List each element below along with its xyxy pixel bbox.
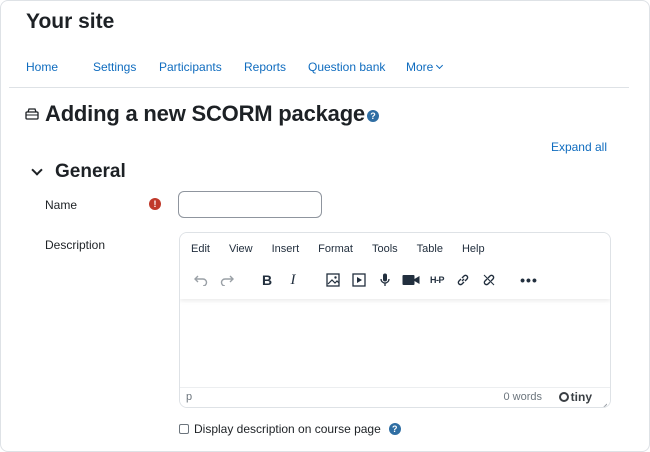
record-audio-icon[interactable] [374,269,396,291]
nav-settings[interactable]: Settings [93,58,159,76]
undo-icon[interactable] [190,269,212,291]
display-description-checkbox[interactable] [179,424,189,434]
tiny-logo-icon [558,392,569,402]
help-icon[interactable]: ? [388,423,401,435]
menu-view[interactable]: View [226,243,256,255]
menu-format[interactable]: Format [315,243,356,255]
nav-more[interactable]: More [406,58,444,76]
required-icon: ! [149,198,161,210]
bold-icon[interactable]: B [256,269,278,291]
page-heading: Adding a new SCORM package ? [25,101,379,127]
editor-toolbar: B I H-P ••• [190,269,544,291]
chevron-down-icon [436,61,444,70]
menu-tools[interactable]: Tools [369,243,401,255]
element-path[interactable]: p [186,391,192,403]
nav-divider [9,87,629,88]
name-input[interactable] [178,191,322,218]
menu-edit[interactable]: Edit [188,243,213,255]
tiny-logo[interactable]: tiny [558,390,592,404]
chevron-down-icon [31,163,43,176]
editor-menubar: Edit View Insert Format Tools Table Help [188,243,501,255]
italic-icon[interactable]: I [282,269,304,291]
description-editor: Edit View Insert Format Tools Table Help… [179,232,611,408]
expand-all-link[interactable]: Expand all [551,140,607,154]
help-icon[interactable]: ? [366,110,379,122]
editor-header: Edit View Insert Format Tools Table Help… [180,233,610,299]
section-general-toggle[interactable]: General [31,161,126,183]
page-frame: Your site Home Settings Participants Rep… [0,0,650,452]
site-title[interactable]: Your site [26,10,114,34]
nav-reports[interactable]: Reports [244,58,308,76]
section-title: General [55,161,126,182]
unlink-icon[interactable] [478,269,500,291]
image-icon[interactable] [322,269,344,291]
resize-handle-icon[interactable] [600,397,608,407]
h5p-icon[interactable]: H-P [426,269,448,291]
display-description-row: Display description on course page ? [179,422,401,436]
nav-question-bank[interactable]: Question bank [308,58,406,76]
redo-icon[interactable] [216,269,238,291]
secondary-navigation: Home Settings Participants Reports Quest… [26,58,444,76]
word-count[interactable]: 0 words [503,391,542,403]
nav-home[interactable]: Home [26,58,93,76]
link-icon[interactable] [452,269,474,291]
page-title: Adding a new SCORM package [45,101,365,126]
nav-participants[interactable]: Participants [159,58,244,76]
media-icon[interactable] [348,269,370,291]
scorm-package-icon [25,108,39,120]
menu-help[interactable]: Help [459,243,488,255]
record-video-icon[interactable] [400,269,422,291]
description-label: Description [45,238,106,252]
name-label: Name [45,198,78,212]
tiny-logo-text: tiny [570,390,592,404]
menu-table[interactable]: Table [414,243,446,255]
display-description-label[interactable]: Display description on course page [194,422,381,436]
editor-statusbar: p 0 words tiny [180,387,610,407]
more-icon[interactable]: ••• [518,269,540,291]
nav-more-label: More [406,60,434,74]
menu-insert[interactable]: Insert [269,243,303,255]
